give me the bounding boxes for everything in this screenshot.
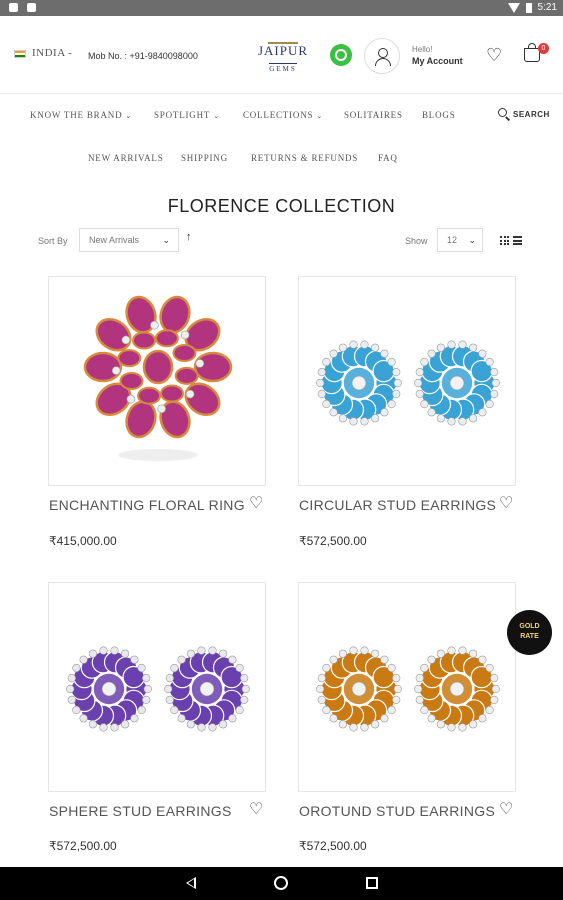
back-icon[interactable]: [186, 877, 196, 889]
nav-item-0[interactable]: Know The Brand ⌄: [30, 110, 132, 120]
sort-direction-arrow-icon[interactable]: ↑: [186, 231, 192, 243]
product-price: ₹572,500.00: [299, 839, 367, 853]
show-count-select[interactable]: 12 ⌄: [437, 228, 483, 252]
notification-icon: [9, 3, 18, 12]
nav-item-2[interactable]: Collections ⌄: [243, 110, 323, 120]
add-to-wishlist-heart-icon[interactable]: ♡: [249, 802, 263, 818]
status-time: 5:21: [537, 2, 557, 13]
product-image[interactable]: [48, 582, 266, 792]
india-flag-icon[interactable]: [14, 50, 26, 58]
nav-item-4[interactable]: Blogs: [422, 110, 456, 120]
chevron-down-icon: ⌄: [316, 112, 323, 120]
nav-item-secondary-3[interactable]: FAQ: [378, 153, 398, 163]
list-view-icon[interactable]: [513, 236, 522, 245]
my-account-link[interactable]: My Account: [412, 56, 463, 66]
product-price: ₹572,500.00: [49, 839, 117, 853]
whatsapp-icon[interactable]: [330, 44, 352, 66]
brand-logo[interactable]: JAIPUR GEMS: [254, 34, 312, 84]
user-icon[interactable]: [364, 38, 400, 74]
nav-item-secondary-0[interactable]: New Arrivals: [88, 153, 164, 163]
product-name[interactable]: Orotund Stud Earrings: [299, 803, 495, 819]
system-nav-bar: [0, 867, 563, 900]
product-name[interactable]: Circular Stud Earrings: [299, 497, 496, 513]
page-title: FLORENCE COLLECTION: [167, 196, 396, 216]
product-price: ₹572,500.00: [299, 534, 367, 548]
product-price: ₹415,000.00: [49, 534, 117, 548]
cart-count-badge: 0: [538, 43, 549, 54]
hello-text: Hello!: [412, 45, 433, 54]
search-icon[interactable]: [498, 108, 511, 121]
product-image[interactable]: [298, 276, 516, 486]
product-image[interactable]: [298, 582, 516, 792]
grid-view-icon[interactable]: [500, 236, 509, 245]
battery-icon: [525, 2, 532, 13]
product-name[interactable]: Sphere Stud Earrings: [49, 803, 232, 819]
nav-item-1[interactable]: Spotlight ⌄: [154, 110, 220, 120]
product-name[interactable]: Enchanting Floral Ring: [49, 497, 245, 513]
nav-item-3[interactable]: Solitaires: [344, 110, 403, 120]
product-image[interactable]: [48, 276, 266, 486]
sort-select[interactable]: New Arrivals ⌄: [79, 228, 179, 252]
nav-item-secondary-1[interactable]: Shipping: [181, 153, 228, 163]
gold-rate-button[interactable]: GOLD RATE: [507, 610, 552, 655]
country-selector[interactable]: INDIA -: [32, 47, 72, 59]
mobile-number: Mob No. : +91-9840098000: [88, 51, 198, 61]
add-to-wishlist-heart-icon[interactable]: ♡: [249, 496, 263, 512]
chevron-down-icon: ⌄: [162, 235, 170, 245]
wishlist-heart-icon[interactable]: ♡: [486, 46, 502, 64]
site-header: INDIA - Mob No. : +91-9840098000 JAIPUR …: [0, 16, 563, 94]
wifi-icon: [507, 2, 520, 13]
nav-item-secondary-2[interactable]: Returns & Refunds: [251, 153, 358, 163]
show-label: Show: [405, 236, 428, 246]
recent-apps-icon[interactable]: [366, 877, 378, 889]
home-icon[interactable]: [274, 876, 288, 890]
add-to-wishlist-heart-icon[interactable]: ♡: [499, 802, 513, 818]
chevron-down-icon: ⌄: [125, 112, 133, 120]
chevron-down-icon: ⌄: [468, 235, 476, 245]
add-to-wishlist-heart-icon[interactable]: ♡: [499, 496, 513, 512]
chevron-down-icon: ⌄: [213, 112, 220, 120]
search-link[interactable]: SEARCH: [513, 110, 550, 119]
status-bar: 5:21: [0, 0, 563, 16]
notification-icon-2: [27, 3, 36, 12]
sort-by-label: Sort By: [38, 236, 68, 246]
